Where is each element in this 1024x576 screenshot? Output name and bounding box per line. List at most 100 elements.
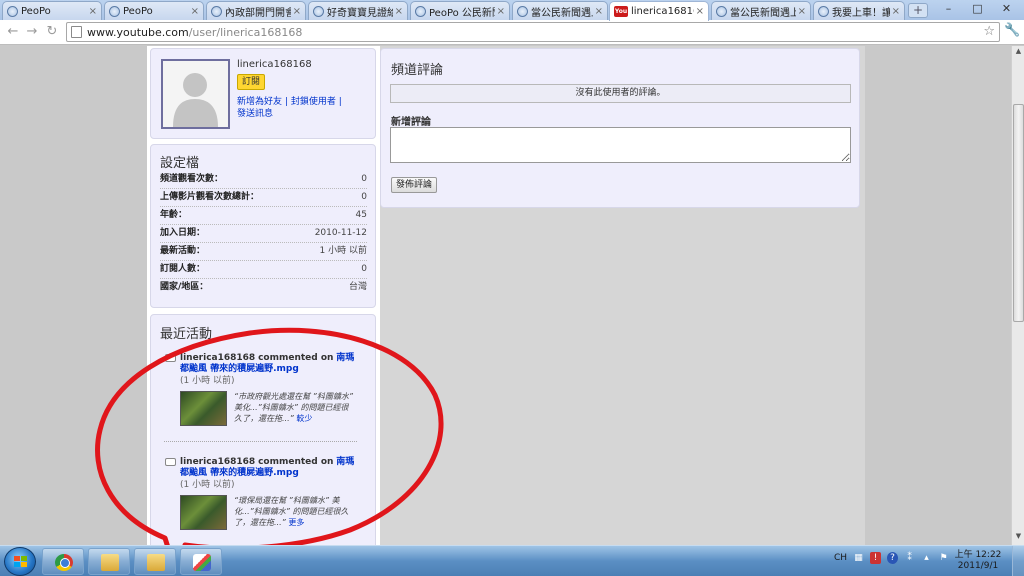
video-thumbnail[interactable] (180, 495, 227, 530)
close-tab-icon[interactable]: × (89, 6, 97, 17)
quote-text: “市政府觀光處還在幫 ”科團贛水” 美化...”科團贛水” 的問題已經很久了，還… (234, 392, 353, 423)
channel-comments-box: 頻道評論 沒有此使用者的評論。 新增評論 發佈評論 (380, 48, 860, 208)
activity-title: 最近活動 (160, 327, 213, 342)
tab-peopo-2[interactable]: PeoPo × (104, 1, 204, 20)
activity-user-link[interactable]: linerica168168 (180, 353, 255, 363)
stat-value: 1 小時 以前 (319, 246, 367, 256)
scrollbar-thumb[interactable] (1013, 104, 1024, 322)
start-button[interactable] (4, 547, 36, 576)
globe-icon (109, 5, 120, 17)
url-text[interactable]: www.youtube.com/user/linerica168168 (87, 26, 302, 39)
stat-value: 0 (361, 174, 367, 184)
recent-activity-box: 最近活動 linerica168168 commented on 南瑪都颱風 帶… (150, 314, 376, 545)
close-tab-icon[interactable]: × (696, 6, 704, 17)
close-tab-icon[interactable]: × (497, 6, 505, 17)
show-desktop-button[interactable] (1012, 546, 1024, 576)
stat-row: 加入日期： 2010-11-12 (160, 225, 367, 243)
post-comment-button[interactable]: 發佈評論 (391, 177, 438, 193)
new-tab-button[interactable]: + (908, 3, 928, 18)
channel-username: linerica168168 (237, 59, 312, 70)
forward-icon[interactable]: → (23, 23, 41, 41)
show-more-link[interactable]: 更多 (288, 518, 304, 527)
activity-quote: “環保局還在幫 ”科團贛水” 美化...”科團贛水” 的問題已經很久了，還在拖.… (234, 495, 354, 528)
globe-icon (517, 5, 528, 17)
tab-peopo-1[interactable]: PeoPo × (2, 1, 102, 20)
video-thumbnail[interactable] (180, 391, 227, 426)
tab-citizen-news-2[interactable]: 當公民新聞遇上 × (711, 1, 811, 20)
activity-verb: commented on (258, 353, 334, 363)
left-column: linerica168168 訂閱 新增為好友 | 封鎖使用者 | 發送訊息 設… (147, 46, 380, 545)
close-tab-icon[interactable]: × (191, 6, 199, 17)
flag-icon[interactable]: ⚑ (938, 552, 949, 564)
stat-value: 45 (355, 210, 367, 220)
comment-textarea[interactable] (390, 127, 851, 163)
close-tab-icon[interactable]: × (395, 6, 403, 17)
back-icon[interactable]: ← (4, 23, 22, 41)
taskbar-paint[interactable] (180, 548, 222, 575)
bookmark-star-icon[interactable]: ☆ (983, 24, 995, 39)
page-scrollbar[interactable]: ▲ ▼ (1011, 46, 1024, 545)
stat-row: 最新活動： 1 小時 以前 (160, 243, 367, 261)
tab-peopo-citizen-news[interactable]: PeoPo 公民新聞 × (410, 1, 510, 20)
show-less-link[interactable]: 較少 (296, 414, 312, 423)
add-friend-link[interactable]: 新增為好友 (237, 97, 282, 107)
tab-get-on-bus[interactable]: 我要上車！讓我 × (813, 1, 905, 20)
tab-label: linerica168168 (631, 6, 694, 17)
separator: | (338, 97, 342, 107)
notification-icon[interactable]: ⁑ (904, 552, 915, 564)
input-method-icon[interactable]: ▦ (853, 552, 864, 564)
activity-time: (1 小時 以前) (180, 376, 235, 386)
divider (164, 441, 357, 442)
reload-icon[interactable]: ↻ (43, 23, 61, 41)
close-tab-icon[interactable]: × (798, 6, 806, 17)
activity-headline: linerica168168 commented on 南瑪都颱風 帶來的積屍遍… (164, 353, 357, 375)
close-tab-icon[interactable]: × (892, 6, 900, 17)
windows-taskbar: CH ▦ ! ? ⁑ ▴ ⚑ 上午 12:22 2011/9/1 (0, 545, 1024, 576)
arrow-icon[interactable]: ▴ (921, 552, 932, 564)
help-icon[interactable]: ? (887, 552, 899, 564)
close-tab-icon[interactable]: × (595, 6, 603, 17)
stat-label: 訂閱人數： (160, 264, 206, 274)
scroll-up-arrow-icon[interactable]: ▲ (1013, 47, 1024, 59)
stat-value: 0 (361, 192, 367, 202)
stats-title: 設定檔 (160, 156, 200, 171)
block-user-link[interactable]: 封鎖使用者 (291, 97, 336, 107)
close-tab-icon[interactable]: × (293, 6, 301, 17)
minimize-button[interactable]: – (934, 0, 963, 18)
send-message-link[interactable]: 發送訊息 (237, 109, 273, 119)
stat-row: 國家/地區： 台灣 (160, 279, 367, 297)
taskbar-explorer[interactable] (88, 548, 130, 575)
tab-citizen-news-1[interactable]: 當公民新聞遇上 × (512, 1, 608, 20)
separator: | (284, 97, 288, 107)
wrench-menu-icon[interactable]: 🔧 (1004, 23, 1020, 38)
stat-label: 上傳影片觀看次數總計： (160, 192, 260, 202)
close-window-button[interactable]: ✕ (992, 0, 1021, 18)
clock-time: 上午 12:22 (954, 550, 1002, 560)
activity-item: linerica168168 commented on 南瑪都颱風 帶來的積屍遍… (164, 353, 357, 445)
globe-icon (313, 5, 324, 17)
taskbar-folder[interactable] (134, 548, 176, 575)
security-icon[interactable]: ! (870, 552, 882, 564)
stat-value: 台灣 (348, 282, 367, 292)
page-content: linerica168168 訂閱 新增為好友 | 封鎖使用者 | 發送訊息 設… (0, 46, 1024, 545)
activity-verb: commented on (258, 457, 334, 467)
folder-icon (101, 554, 119, 571)
avatar[interactable] (161, 59, 230, 129)
tab-youtube-linerica[interactable]: You linerica168168 × (609, 1, 709, 21)
globe-icon (211, 5, 222, 17)
maximize-button[interactable]: □ (963, 0, 992, 18)
taskbar-clock[interactable]: 上午 12:22 2011/9/1 (952, 550, 1004, 572)
address-bar[interactable]: www.youtube.com/user/linerica168168 ☆ (66, 22, 1000, 42)
tab-label: 當公民新聞遇上 (730, 7, 796, 19)
scroll-down-arrow-icon[interactable]: ▼ (1013, 532, 1024, 544)
taskbar-chrome[interactable] (42, 548, 84, 575)
tab-interior-ministry[interactable]: 內政部開門開會 × (206, 1, 306, 20)
tab-curious-baby[interactable]: 好奇寶寶見證給 × (308, 1, 408, 20)
stat-row: 上傳影片觀看次數總計： 0 (160, 189, 367, 207)
subscribe-button[interactable]: 訂閱 (237, 74, 266, 90)
activity-user-link[interactable]: linerica168168 (180, 457, 255, 467)
tab-label: PeoPo 公民新聞 (429, 7, 495, 19)
globe-icon (415, 5, 426, 17)
stat-label: 頻道觀看次數： (160, 174, 224, 184)
ime-indicator[interactable]: CH (834, 552, 847, 564)
